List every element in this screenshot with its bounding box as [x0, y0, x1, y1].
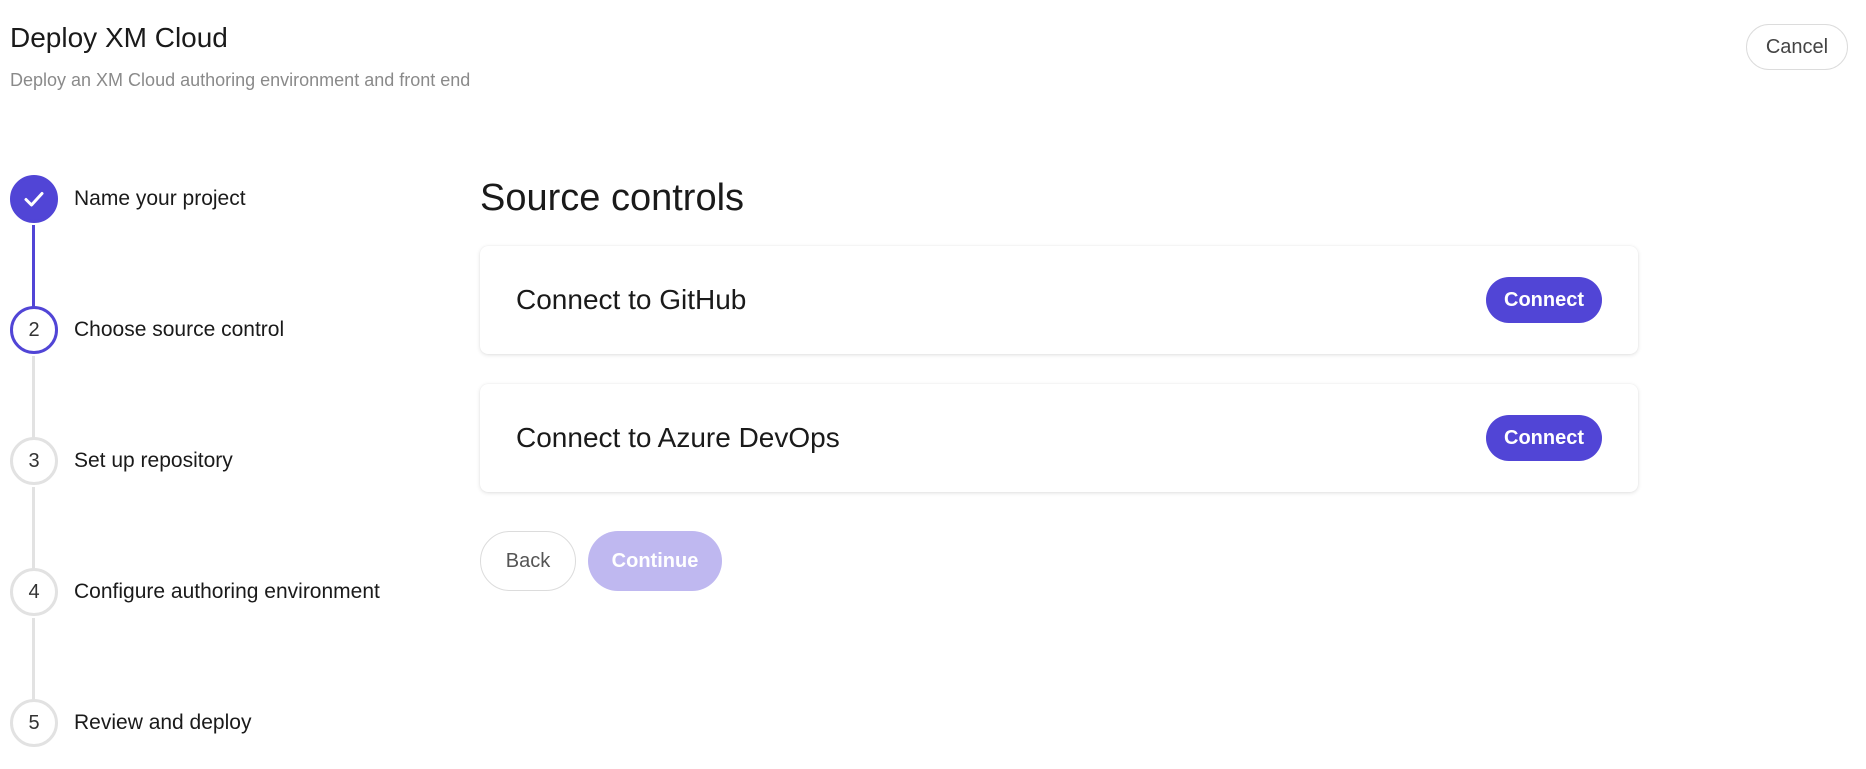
- azure-devops-provider-card: Connect to Azure DevOps Connect: [480, 384, 1638, 492]
- page-title: Deploy XM Cloud: [10, 22, 228, 53]
- step-configure-authoring-environment[interactable]: 4 Configure authoring environment: [10, 568, 380, 616]
- back-button[interactable]: Back: [480, 531, 576, 591]
- provider-label: Connect to GitHub: [516, 284, 747, 315]
- step-number: 4: [10, 568, 58, 616]
- step-label: Review and deploy: [74, 711, 252, 734]
- step-connector-4-5: [32, 618, 35, 702]
- step-label: Configure authoring environment: [74, 580, 380, 603]
- check-icon: [24, 192, 44, 207]
- step-number: 3: [10, 437, 58, 485]
- page-subtitle: Deploy an XM Cloud authoring environment…: [10, 70, 471, 90]
- step-label: Name your project: [74, 187, 246, 210]
- main-content: Source controls Connect to GitHub Connec…: [480, 170, 1640, 591]
- connect-azure-devops-button[interactable]: Connect: [1486, 415, 1602, 461]
- step-connector-2-3: [32, 356, 35, 440]
- step-label: Choose source control: [74, 318, 285, 341]
- cancel-button[interactable]: Cancel: [1746, 24, 1848, 70]
- provider-label: Connect to Azure DevOps: [516, 422, 840, 453]
- github-provider-card: Connect to GitHub Connect: [480, 246, 1638, 354]
- section-title: Source controls: [480, 177, 745, 219]
- step-number: 5: [10, 699, 58, 747]
- step-set-up-repository[interactable]: 3 Set up repository: [10, 437, 233, 485]
- step-connector-3-4: [32, 487, 35, 571]
- connect-github-button[interactable]: Connect: [1486, 277, 1602, 323]
- step-review-and-deploy[interactable]: 5 Review and deploy: [10, 699, 251, 747]
- step-connector-1-2: [32, 225, 35, 309]
- continue-button[interactable]: Continue: [588, 531, 722, 591]
- step-label: Set up repository: [74, 449, 233, 472]
- step-number: 2: [10, 306, 58, 354]
- step-completed-indicator: [10, 175, 58, 223]
- page-header: Deploy XM Cloud Deploy an XM Cloud autho…: [10, 18, 470, 92]
- step-name-your-project[interactable]: Name your project: [10, 175, 246, 223]
- wizard-actions: Back Continue: [480, 531, 722, 591]
- deploy-wizard-page: Deploy XM Cloud Deploy an XM Cloud autho…: [0, 0, 1866, 769]
- step-choose-source-control[interactable]: 2 Choose source control: [10, 306, 284, 354]
